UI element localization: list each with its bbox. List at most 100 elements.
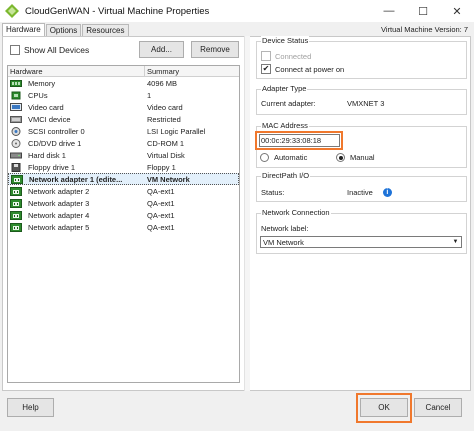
hardware-name: Network adapter 4 xyxy=(28,210,90,220)
memory-icon xyxy=(10,79,22,88)
summary-cell: Virtual Disk xyxy=(147,150,185,160)
hardware-rows: Memory 4096 MB CPUs 1 Video card Video card VM… xyxy=(8,77,239,233)
connected-label: Connected xyxy=(275,51,312,61)
show-all-devices-row[interactable]: Show All Devices xyxy=(10,45,89,55)
network-label-dropdown[interactable]: VM Network ▼ xyxy=(260,236,462,248)
summary-cell: QA-ext1 xyxy=(147,198,175,208)
manual-radio-row[interactable]: Manual xyxy=(336,153,375,162)
hardware-name: CPUs xyxy=(28,90,48,100)
show-all-devices-label: Show All Devices xyxy=(24,45,90,55)
hardware-name: Video card xyxy=(28,102,64,112)
hard-disk-icon xyxy=(10,151,22,160)
table-row[interactable]: Network adapter 1 (edite... VM Network xyxy=(8,173,239,185)
column-header-hardware[interactable]: Hardware xyxy=(8,66,145,76)
manual-radio[interactable] xyxy=(336,153,345,162)
floppy-icon xyxy=(10,162,22,172)
chevron-down-icon: ▼ xyxy=(452,239,459,245)
current-adapter-value: VMXNET 3 xyxy=(347,99,385,108)
current-adapter-label: Current adapter: xyxy=(261,99,316,108)
table-row[interactable]: Network adapter 5 QA-ext1 xyxy=(8,221,239,233)
remove-button[interactable]: Remove xyxy=(191,41,239,58)
device-status-title: Device Status xyxy=(261,36,310,46)
column-header-summary[interactable]: Summary xyxy=(145,66,239,76)
minimize-button[interactable]: — xyxy=(372,0,406,22)
hardware-name: Network adapter 3 xyxy=(28,198,90,208)
show-all-devices-checkbox[interactable] xyxy=(10,45,20,55)
table-row[interactable]: SCSI controller 0 LSI Logic Parallel xyxy=(8,125,239,137)
vmci-icon xyxy=(10,115,22,124)
automatic-radio-row[interactable]: Automatic xyxy=(260,153,307,162)
network-adapter-icon xyxy=(10,222,22,232)
table-row[interactable]: CPUs 1 xyxy=(8,89,239,101)
mac-address-input[interactable] xyxy=(259,134,340,147)
hardware-cell: Floppy drive 1 xyxy=(8,162,145,172)
cd-dvd-icon xyxy=(10,138,22,148)
network-label-value: VM Network xyxy=(263,237,304,247)
hardware-cell: Network adapter 2 xyxy=(8,186,145,196)
directpath-status-label: Status: xyxy=(261,188,285,197)
network-connection-title: Network Connection xyxy=(261,208,331,218)
hardware-name: Network adapter 5 xyxy=(28,222,90,232)
summary-cell: VM Network xyxy=(146,174,190,184)
network-adapter-icon xyxy=(10,186,22,196)
automatic-radio[interactable] xyxy=(260,153,269,162)
help-button[interactable]: Help xyxy=(7,398,54,417)
connected-checkbox xyxy=(261,51,271,61)
table-row[interactable]: Memory 4096 MB xyxy=(8,77,239,89)
hardware-name: VMCI device xyxy=(28,114,71,124)
hardware-table: Hardware Summary Memory 4096 MB CPUs 1 Video… xyxy=(7,65,240,383)
table-row[interactable]: Video card Video card xyxy=(8,101,239,113)
directpath-status-row: Inactive i xyxy=(347,188,392,197)
info-icon[interactable]: i xyxy=(382,188,392,197)
video-card-icon xyxy=(10,102,22,112)
vsphere-app-icon xyxy=(5,4,19,18)
adapter-type-title: Adapter Type xyxy=(261,84,308,94)
hardware-cell: CD/DVD drive 1 xyxy=(8,138,145,148)
hardware-cell: SCSI controller 0 xyxy=(8,126,145,136)
automatic-label: Automatic xyxy=(274,153,308,162)
table-row[interactable]: Network adapter 4 QA-ext1 xyxy=(8,209,239,221)
hardware-cell: Network adapter 4 xyxy=(8,210,145,220)
ok-button[interactable]: OK xyxy=(360,398,408,417)
hardware-name: SCSI controller 0 xyxy=(28,126,85,136)
table-row[interactable]: Network adapter 2 QA-ext1 xyxy=(8,185,239,197)
vm-version-label: Virtual Machine Version: 7 xyxy=(381,25,468,34)
close-button[interactable]: ✕ xyxy=(440,0,474,22)
hardware-table-header: Hardware Summary xyxy=(8,66,239,77)
window-controls: — ☐ ✕ xyxy=(372,0,474,22)
hardware-name: CD/DVD drive 1 xyxy=(28,138,82,148)
hardware-cell: Video card xyxy=(8,102,145,112)
tab-hardware[interactable]: Hardware xyxy=(2,23,45,37)
cancel-button[interactable]: Cancel xyxy=(414,398,462,417)
table-row[interactable]: Network adapter 3 QA-ext1 xyxy=(8,197,239,209)
manual-label: Manual xyxy=(350,153,375,162)
table-row[interactable]: Hard disk 1 Virtual Disk xyxy=(8,149,239,161)
vertical-scrollbar[interactable] xyxy=(244,36,250,391)
hardware-cell: VMCI device xyxy=(8,115,145,124)
scsi-icon xyxy=(10,126,22,136)
hardware-cell: Hard disk 1 xyxy=(8,151,145,160)
hardware-name: Hard disk 1 xyxy=(28,150,66,160)
table-row[interactable]: Floppy drive 1 Floppy 1 xyxy=(8,161,239,173)
directpath-status-value: Inactive xyxy=(347,188,373,197)
hardware-cell: CPUs xyxy=(8,91,145,100)
network-adapter-icon xyxy=(10,210,22,220)
radio-selected-dot xyxy=(338,155,343,160)
hardware-name: Floppy drive 1 xyxy=(28,162,76,172)
directpath-title: DirectPath I/O xyxy=(261,171,311,181)
hardware-name: Network adapter 2 xyxy=(28,186,90,196)
summary-cell: CD-ROM 1 xyxy=(147,138,185,148)
summary-cell: LSI Logic Parallel xyxy=(147,126,206,136)
connect-power-on-label: Connect at power on xyxy=(275,64,345,74)
hardware-name: Network adapter 1 (edite... xyxy=(29,174,123,184)
hardware-cell: Network adapter 1 (edite... xyxy=(9,174,145,184)
connect-power-on-row[interactable]: ✔ Connect at power on xyxy=(261,64,344,74)
summary-cell: QA-ext1 xyxy=(147,186,175,196)
add-button[interactable]: Add... xyxy=(139,41,184,58)
summary-cell: 1 xyxy=(147,90,152,100)
table-row[interactable]: VMCI device Restricted xyxy=(8,113,239,125)
summary-cell: 4096 MB xyxy=(147,78,178,88)
connect-power-on-checkbox[interactable]: ✔ xyxy=(261,64,271,74)
maximize-button[interactable]: ☐ xyxy=(406,0,440,22)
table-row[interactable]: CD/DVD drive 1 CD-ROM 1 xyxy=(8,137,239,149)
